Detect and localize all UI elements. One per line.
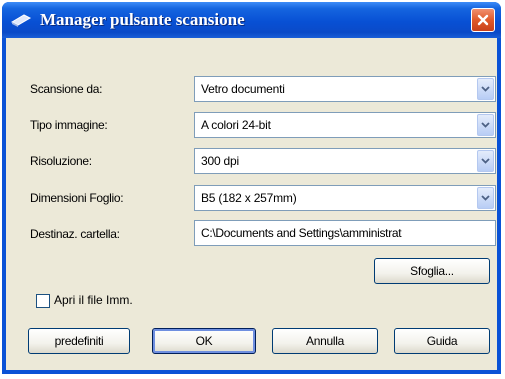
close-icon [477,14,489,26]
scan-dialog: Manager pulsante scansione Scansione da:… [2,2,501,374]
ok-button[interactable]: OK [152,328,256,354]
page-size-dropdown-button[interactable] [477,187,494,209]
chevron-down-icon [481,86,490,92]
scan-from-value: Vetro documenti [201,82,285,96]
page-size-label: Dimensioni Foglio: [30,191,124,205]
destination-label: Destinaz. cartella: [30,227,120,241]
page-size-value: B5 (182 x 257mm) [201,191,297,205]
image-type-dropdown-button[interactable] [477,114,494,136]
cancel-button[interactable]: Annulla [272,328,378,354]
page-size-select[interactable]: B5 (182 x 257mm) [194,185,496,211]
chevron-down-icon [481,195,490,201]
resolution-label: Risoluzione: [30,154,92,168]
browse-button[interactable]: Sfoglia... [374,258,490,284]
dialog-body: Scansione da: Vetro documenti Tipo immag… [6,38,497,370]
defaults-button[interactable]: predefiniti [28,328,130,354]
window-title: Manager pulsante scansione [40,10,245,29]
help-button[interactable]: Guida [394,328,490,354]
scanner-icon [10,14,32,27]
resolution-value: 300 dpi [201,154,239,168]
image-type-value: A colori 24-bit [201,118,271,132]
scan-from-label: Scansione da: [30,82,103,96]
resolution-dropdown-button[interactable] [477,150,494,172]
close-button[interactable] [471,8,495,32]
scan-from-dropdown-button[interactable] [477,78,494,100]
destination-folder-input[interactable] [194,220,496,246]
image-type-label: Tipo immagine: [30,118,108,132]
title-bar[interactable]: Manager pulsante scansione [2,2,501,38]
chevron-down-icon [481,158,490,164]
open-file-checkbox[interactable] [36,294,50,308]
image-type-select[interactable]: A colori 24-bit [194,112,496,138]
chevron-down-icon [481,122,490,128]
open-file-label: Apri il file Imm. [54,293,133,307]
resolution-select[interactable]: 300 dpi [194,148,496,174]
scan-from-select[interactable]: Vetro documenti [194,76,496,102]
